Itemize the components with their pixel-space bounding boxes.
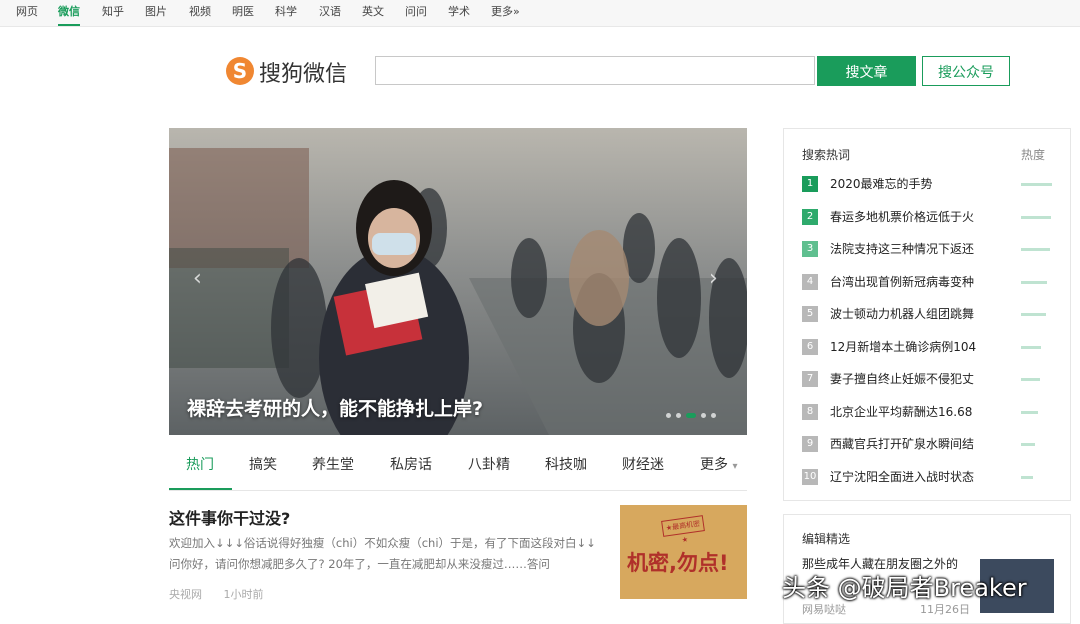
article-title[interactable]: 这件事你干过没? <box>169 505 290 529</box>
thumbnail-stamp: ★最高机密★ <box>661 515 705 544</box>
nav-item-mingyi[interactable]: 明医 <box>232 0 254 26</box>
heat-bar <box>1021 443 1035 446</box>
rank-badge: 5 <box>802 306 818 322</box>
tab-finance[interactable]: 财经迷 <box>622 454 664 474</box>
tab-more-label: 更多 <box>700 457 728 473</box>
hot-search-title[interactable]: 波士顿动力机器人组团跳舞 <box>830 306 974 322</box>
pick-time: 11月26日 <box>920 603 970 616</box>
watermark: 头条 @破局者Breaker <box>782 574 1027 602</box>
article-summary: 欢迎加入↓↓↓俗话说得好独瘦（chi）不如众瘦（chi）于是，有了下面这段对白↓… <box>169 536 596 571</box>
nav-item-english[interactable]: 英文 <box>362 0 384 26</box>
hot-search-item[interactable]: 4 台湾出现首例新冠病毒变种 <box>802 273 1056 294</box>
carousel-dots <box>666 405 721 418</box>
hot-search-item[interactable]: 7 妻子擅自终止妊娠不侵犯丈 <box>802 371 1056 391</box>
hot-search-title[interactable]: 台湾出现首例新冠病毒变种 <box>830 274 974 290</box>
hot-search-item[interactable]: 6 12月新增本土确诊病例104 <box>802 338 1056 359</box>
hot-search-title[interactable]: 2020最难忘的手势 <box>830 176 933 192</box>
sogou-logo-icon: S <box>226 57 254 85</box>
hot-search-title[interactable]: 法院支持这三种情况下返还 <box>830 241 974 257</box>
hot-search-item[interactable]: 9 西藏官兵打开矿泉水瞬间结 <box>802 436 1056 456</box>
search-articles-button[interactable]: 搜文章 <box>817 56 916 86</box>
heat-header: 热度 <box>1021 148 1046 162</box>
article-meta: 央视网 1小时前 <box>169 586 282 602</box>
heat-bar <box>1021 475 1033 479</box>
hot-search-item[interactable]: 2 春运多地机票价格远低于火 <box>802 208 1056 229</box>
tab-tech[interactable]: 科技咖 <box>545 454 587 474</box>
hot-search-title[interactable]: 北京企业平均薪酬达16.68 <box>830 404 972 420</box>
rank-badge: 9 <box>802 436 818 452</box>
hot-search-item[interactable]: 3 法院支持这三种情况下返还 <box>802 241 1056 261</box>
carousel-next-icon[interactable]: › <box>709 266 718 291</box>
thumbnail-text: 机密,勿点! <box>627 551 729 575</box>
rank-badge: 3 <box>802 241 818 257</box>
article-source[interactable]: 央视网 <box>169 588 202 601</box>
carousel-dot-active[interactable] <box>686 413 696 418</box>
heat-bar <box>1021 248 1050 251</box>
rank-badge: 8 <box>802 403 818 420</box>
editor-picks-header: 编辑精选 <box>802 532 851 546</box>
nav-item-more[interactable]: 更多» <box>491 0 520 26</box>
article-thumbnail[interactable]: ★最高机密★ 机密,勿点! <box>620 505 747 599</box>
carousel-photo <box>169 128 747 435</box>
carousel-dot[interactable] <box>666 413 671 418</box>
search-accounts-button[interactable]: 搜公众号 <box>922 56 1010 86</box>
rank-badge: 2 <box>802 208 818 225</box>
tab-funny[interactable]: 搞笑 <box>249 454 277 474</box>
tab-gossip[interactable]: 八卦精 <box>468 454 510 474</box>
heat-bar <box>1021 313 1046 316</box>
carousel-dot[interactable] <box>711 413 716 418</box>
article-item[interactable]: 这件事你干过没? 欢迎加入↓↓↓俗话说得好独瘦（chi）不如众瘦（chi）于是，… <box>169 505 747 615</box>
hot-search-item[interactable]: 1 2020最难忘的手势 <box>802 176 1056 196</box>
carousel-dot[interactable] <box>701 413 706 418</box>
article-time: 1小时前 <box>223 588 264 601</box>
hot-search-title[interactable]: 西藏官兵打开矿泉水瞬间结 <box>830 436 974 452</box>
nav-item-chinese[interactable]: 汉语 <box>319 0 341 26</box>
hot-search-item[interactable]: 8 北京企业平均薪酬达16.68 <box>802 403 1056 424</box>
nav-item-wenwen[interactable]: 问问 <box>405 0 427 26</box>
hot-search-item[interactable]: 10 辽宁沈阳全面进入战时状态 <box>802 468 1056 489</box>
tab-more[interactable]: 更多 ▾ <box>700 454 737 474</box>
rank-badge: 1 <box>802 176 818 192</box>
hot-search-title[interactable]: 12月新增本土确诊病例104 <box>830 339 976 355</box>
logo-text: 搜狗微信 <box>259 62 348 87</box>
heat-bar <box>1021 378 1040 381</box>
heat-bar <box>1021 183 1052 186</box>
carousel-dot[interactable] <box>676 413 681 418</box>
tab-health[interactable]: 养生堂 <box>312 454 354 474</box>
hot-search-title[interactable]: 妻子擅自终止妊娠不侵犯丈 <box>830 371 974 387</box>
heat-bar <box>1021 280 1047 284</box>
featured-carousel[interactable]: ‹ › 裸辞去考研的人，能不能挣扎上岸? <box>169 128 747 435</box>
tab-private-talk[interactable]: 私房话 <box>390 454 432 474</box>
tabs-divider <box>169 490 747 491</box>
nav-item-weixin[interactable]: 微信 <box>58 0 80 26</box>
rank-badge: 10 <box>802 468 818 485</box>
heat-bar <box>1021 410 1038 414</box>
nav-item-web[interactable]: 网页 <box>16 0 38 26</box>
carousel-prev-icon[interactable]: ‹ <box>193 266 202 291</box>
pick-source[interactable]: 网易哒哒 <box>802 601 846 617</box>
rank-badge: 4 <box>802 273 818 290</box>
nav-item-video[interactable]: 视频 <box>189 0 211 26</box>
heat-bar <box>1021 215 1051 219</box>
rank-badge: 6 <box>802 338 818 355</box>
chevron-down-icon: ▾ <box>732 461 738 472</box>
hot-search-panel: 搜索热词 热度 1 2020最难忘的手势 2 春运多地机票价格远低于火 3 法院支持这三种… <box>783 128 1071 501</box>
heat-bar <box>1021 345 1041 349</box>
hot-search-item[interactable]: 5 波士顿动力机器人组团跳舞 <box>802 306 1056 326</box>
rank-badge: 7 <box>802 371 818 387</box>
hot-search-title[interactable]: 春运多地机票价格远低于火 <box>830 209 974 225</box>
hot-search-title[interactable]: 辽宁沈阳全面进入战时状态 <box>830 469 974 485</box>
search-input[interactable] <box>375 56 815 85</box>
nav-item-xueshu[interactable]: 学术 <box>448 0 470 26</box>
nav-item-images[interactable]: 图片 <box>145 0 167 26</box>
category-tabs: 热门 搞笑 养生堂 私房话 八卦精 科技咖 财经迷 更多 ▾ <box>169 446 747 491</box>
top-nav: 网页 微信 知乎 图片 视频 明医 科学 汉语 英文 问问 学术 更多» <box>0 0 1080 27</box>
nav-item-zhihu[interactable]: 知乎 <box>102 0 124 26</box>
hot-search-header: 搜索热词 <box>802 148 851 162</box>
tab-hot[interactable]: 热门 <box>186 454 214 474</box>
nav-item-science[interactable]: 科学 <box>275 0 297 26</box>
carousel-caption[interactable]: 裸辞去考研的人，能不能挣扎上岸? <box>187 394 483 421</box>
